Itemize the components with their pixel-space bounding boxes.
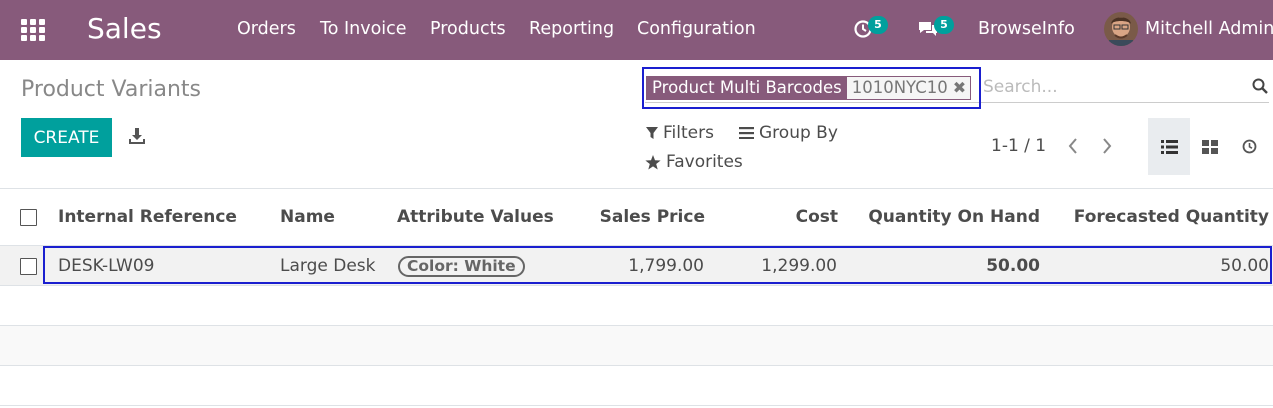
messages-count-badge: 5 <box>934 16 954 34</box>
chevron-left-icon[interactable] <box>1067 137 1081 155</box>
filters-button[interactable]: Filters <box>646 123 714 143</box>
row-divider <box>0 405 1273 406</box>
select-all-checkbox[interactable] <box>20 209 37 226</box>
menu-to-invoice[interactable]: To Invoice <box>320 19 407 39</box>
column-quantity-on-hand[interactable]: Quantity On Hand <box>868 207 1040 227</box>
chevron-right-icon[interactable] <box>1101 137 1115 155</box>
menu-products[interactable]: Products <box>430 19 506 39</box>
filter-icon <box>646 127 658 139</box>
row-checkbox[interactable] <box>20 258 37 275</box>
empty-row <box>0 286 1273 326</box>
user-menu[interactable]: Mitchell Admin <box>1145 19 1273 39</box>
clock-icon <box>1242 139 1256 154</box>
kanban-view-button[interactable] <box>1189 118 1231 175</box>
top-navbar: Sales Orders To Invoice Products Reporti… <box>0 0 1273 60</box>
download-icon[interactable] <box>128 126 148 148</box>
pager-value[interactable]: 1-1 / 1 <box>991 136 1046 156</box>
filters-label: Filters <box>663 123 714 143</box>
company-switcher[interactable]: BrowseInfo <box>978 19 1075 39</box>
menu-reporting[interactable]: Reporting <box>529 19 614 39</box>
column-attribute-values[interactable]: Attribute Values <box>397 207 554 227</box>
menu-configuration[interactable]: Configuration <box>637 19 756 39</box>
empty-row <box>0 366 1273 406</box>
page-title: Product Variants <box>21 77 202 102</box>
activity-count-badge: 5 <box>868 16 888 34</box>
column-sales-price[interactable]: Sales Price <box>600 207 705 227</box>
group-by-label: Group By <box>759 123 838 143</box>
star-icon <box>645 154 661 169</box>
activity-view-button[interactable] <box>1228 118 1270 175</box>
facet-highlight-box <box>642 67 981 109</box>
app-name[interactable]: Sales <box>87 12 162 45</box>
list-view-button[interactable] <box>1148 118 1190 175</box>
control-panel-divider <box>0 188 1273 189</box>
search-input[interactable] <box>983 74 1243 100</box>
create-button[interactable]: CREATE <box>21 118 112 157</box>
apps-menu-icon[interactable] <box>21 19 45 41</box>
column-forecasted-quantity[interactable]: Forecasted Quantity <box>1074 207 1269 227</box>
row-highlight-box <box>43 246 1272 284</box>
search-icon[interactable] <box>1252 78 1268 94</box>
column-internal-reference[interactable]: Internal Reference <box>58 207 237 227</box>
group-by-button[interactable]: Group By <box>739 123 838 143</box>
column-name[interactable]: Name <box>280 207 335 227</box>
empty-row <box>0 326 1273 366</box>
favorites-button[interactable]: Favorites <box>645 152 743 172</box>
list-icon <box>1160 139 1178 154</box>
bars-icon <box>739 127 754 139</box>
user-avatar[interactable] <box>1104 12 1138 46</box>
favorites-label: Favorites <box>666 152 743 172</box>
kanban-icon <box>1202 139 1218 154</box>
menu-orders[interactable]: Orders <box>237 19 296 39</box>
column-cost[interactable]: Cost <box>796 207 838 227</box>
